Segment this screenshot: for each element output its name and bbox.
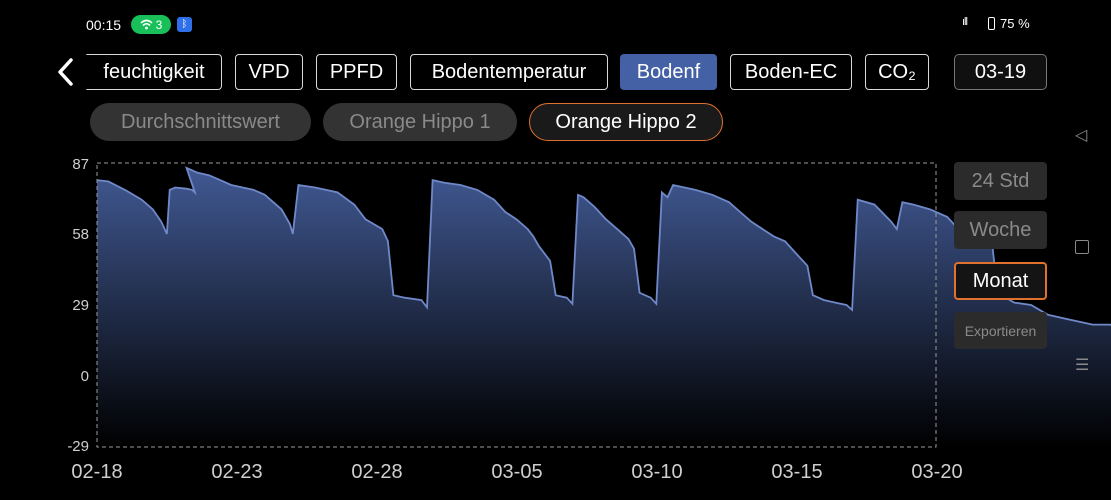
x-tick-label: 02-18 [71, 461, 123, 483]
nav-back-icon[interactable]: ◁ [1075, 125, 1087, 145]
soil-moisture-chart [96, 162, 1111, 448]
range-week-button[interactable]: Woche [954, 211, 1047, 249]
x-tick-label: 03-15 [771, 461, 823, 483]
x-tick-label: 02-23 [211, 461, 263, 483]
range-24h-button[interactable]: 24 Std [954, 162, 1047, 200]
x-tick-label: 03-10 [631, 461, 683, 483]
range-month-button[interactable]: Monat [954, 262, 1047, 300]
x-tick-label: 03-05 [491, 461, 543, 483]
x-tick-label: 02-28 [351, 461, 403, 483]
nav-menu-icon[interactable]: ☰ [1075, 355, 1089, 375]
chart-area [97, 167, 1111, 447]
export-button[interactable]: Exportieren [954, 312, 1047, 349]
nav-home-icon[interactable] [1075, 240, 1089, 254]
x-tick-label: 03-20 [911, 461, 963, 483]
